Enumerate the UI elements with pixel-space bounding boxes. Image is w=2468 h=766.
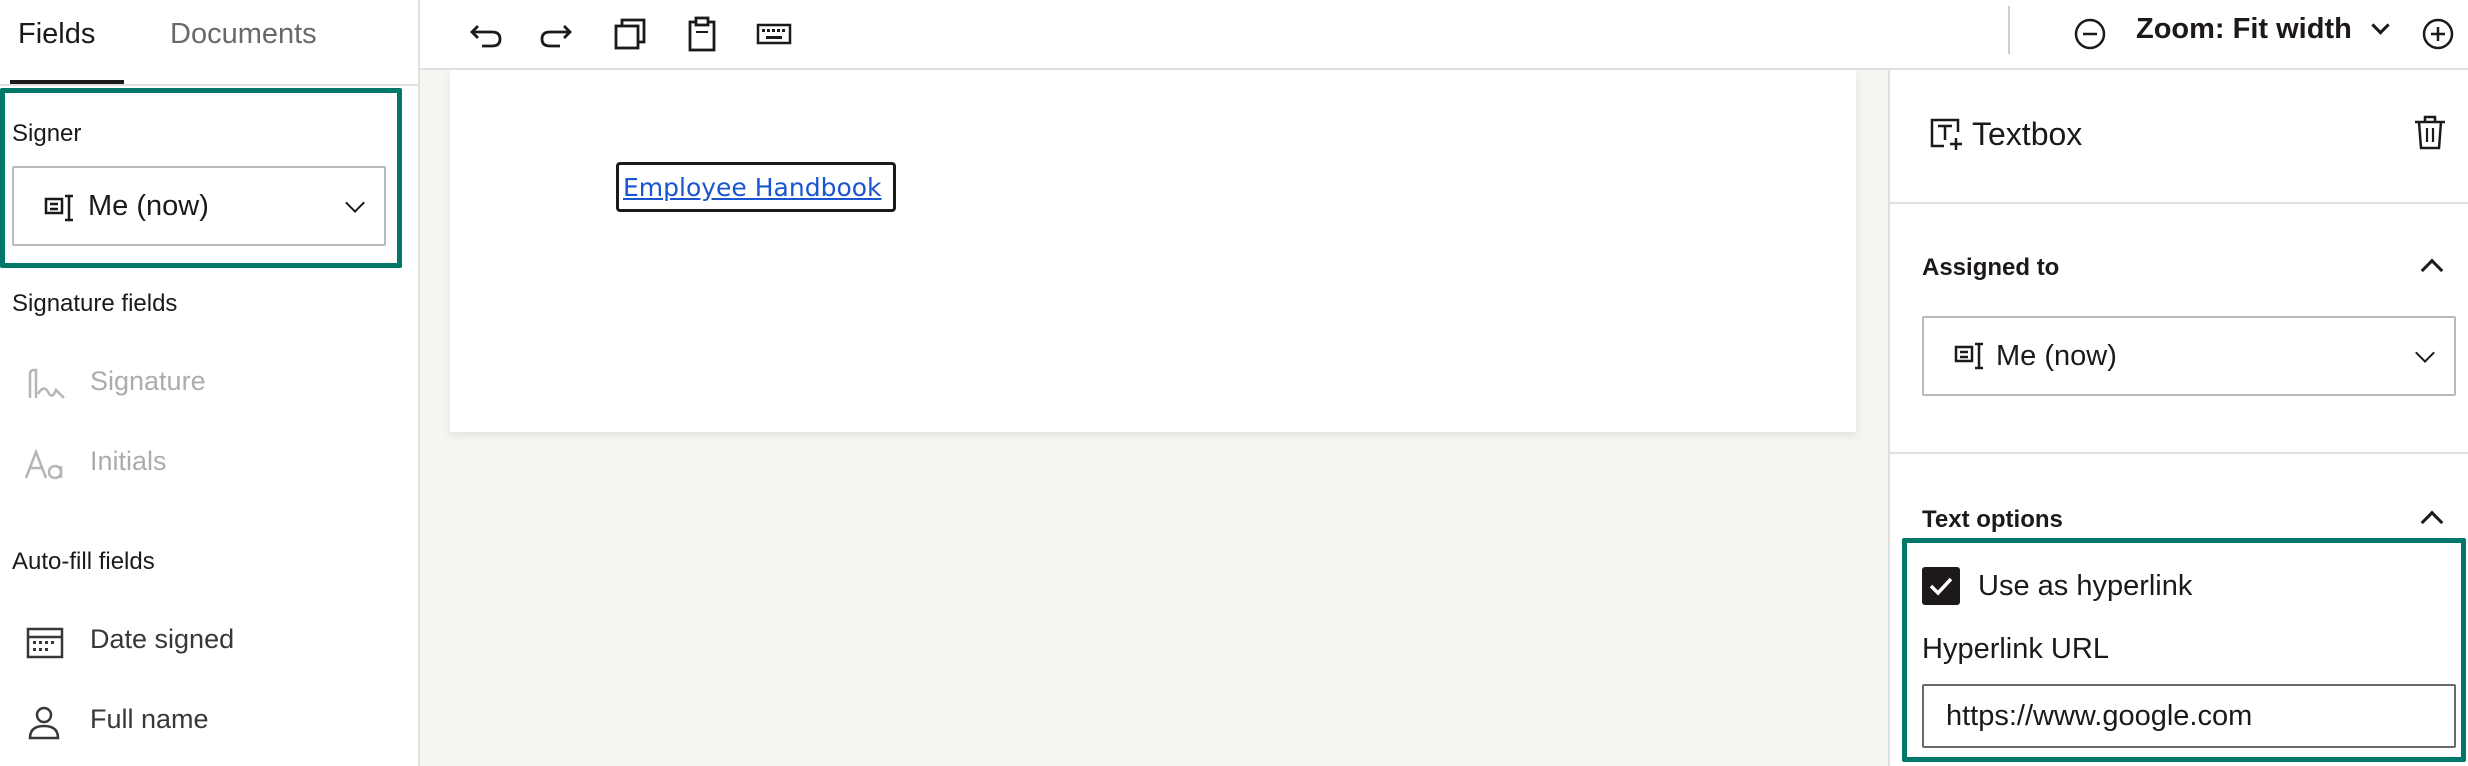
trash-icon (2415, 115, 2445, 150)
paste-icon (688, 16, 716, 52)
field-item-initials-label: Initials (90, 446, 167, 476)
fields-panel: Fields Documents Signer Me (now) Signatu… (0, 0, 420, 766)
panel-divider (1890, 202, 2468, 204)
properties-title: Textbox (1972, 116, 2083, 152)
signature-icon (28, 368, 65, 399)
signature-fields-heading: Signature fields (12, 290, 178, 317)
initials-icon (24, 448, 63, 480)
chevron-up-icon[interactable] (2420, 510, 2444, 534)
redo-button[interactable] (532, 10, 580, 58)
keyboard-button[interactable] (750, 10, 798, 58)
editor-toolbar: Zoom: Fit width (420, 0, 2468, 70)
undo-icon (470, 25, 502, 48)
chevron-down-icon (2415, 343, 2435, 363)
zoom-in-button[interactable] (2414, 10, 2462, 58)
panel-tabs: Fields Documents (0, 0, 420, 86)
signer-label: Signer (12, 120, 82, 147)
use-as-hyperlink-label: Use as hyperlink (1978, 570, 2193, 602)
field-item-date-signed[interactable]: Date signed (0, 608, 418, 678)
tab-documents[interactable]: Documents (170, 18, 317, 51)
signer-person-field-icon (1954, 342, 1983, 370)
assigned-to-value: Me (now) (1996, 340, 2117, 372)
signer-select[interactable]: Me (now) (12, 166, 386, 246)
use-as-hyperlink-checkbox[interactable] (1922, 567, 1960, 605)
chevron-down-icon (345, 193, 365, 213)
active-tab-indicator (10, 80, 124, 84)
textbox-icon (1930, 118, 1962, 150)
field-item-signature-label: Signature (90, 366, 206, 396)
person-icon (28, 706, 60, 740)
field-item-full-name-label: Full name (90, 704, 209, 734)
toolbar-divider (2008, 6, 2010, 54)
signer-person-field-icon (44, 194, 73, 222)
chevron-up-icon[interactable] (2420, 258, 2444, 282)
undo-button[interactable] (462, 10, 510, 58)
properties-panel: Textbox Assigned to Me (now) Text option… (1888, 70, 2468, 766)
zoom-select[interactable]: Zoom: Fit width (2136, 13, 2390, 46)
plus-circle-icon (2422, 18, 2454, 50)
hyperlink-url-input[interactable] (1922, 684, 2456, 748)
signer-select-value: Me (now) (88, 190, 209, 222)
autofill-fields-heading: Auto-fill fields (12, 548, 155, 575)
paste-button[interactable] (678, 10, 726, 58)
assigned-to-select[interactable]: Me (now) (1922, 316, 2456, 396)
hyperlink-textbox-field[interactable]: Employee Handbook (616, 162, 896, 212)
field-item-date-signed-label: Date signed (90, 624, 235, 654)
hyperlink-text: Employee Handbook (623, 173, 882, 202)
chevron-down-icon (2371, 16, 2390, 35)
zoom-select-value: Zoom: Fit width (2136, 13, 2352, 45)
zoom-out-button[interactable] (2066, 10, 2114, 58)
hyperlink-url-label: Hyperlink URL (1922, 633, 2109, 665)
field-item-full-name[interactable]: Full name (0, 688, 418, 758)
document-page: Employee Handbook (450, 70, 1856, 432)
assigned-to-heading: Assigned to (1922, 254, 2060, 281)
calendar-icon (26, 627, 64, 659)
field-item-signature[interactable]: Signature (0, 350, 418, 420)
panel-divider (1890, 452, 2468, 454)
text-options-heading: Text options (1922, 506, 2063, 533)
document-canvas: Employee Handbook (420, 70, 1888, 766)
minus-circle-icon (2074, 18, 2106, 50)
redo-icon (540, 25, 572, 48)
checkmark-icon (1929, 577, 1953, 596)
copy-icon (614, 18, 646, 50)
delete-button[interactable] (2408, 110, 2452, 154)
keyboard-icon (756, 23, 792, 45)
field-item-initials[interactable]: Initials (0, 430, 418, 500)
copy-button[interactable] (606, 10, 654, 58)
tab-fields[interactable]: Fields (18, 18, 95, 51)
